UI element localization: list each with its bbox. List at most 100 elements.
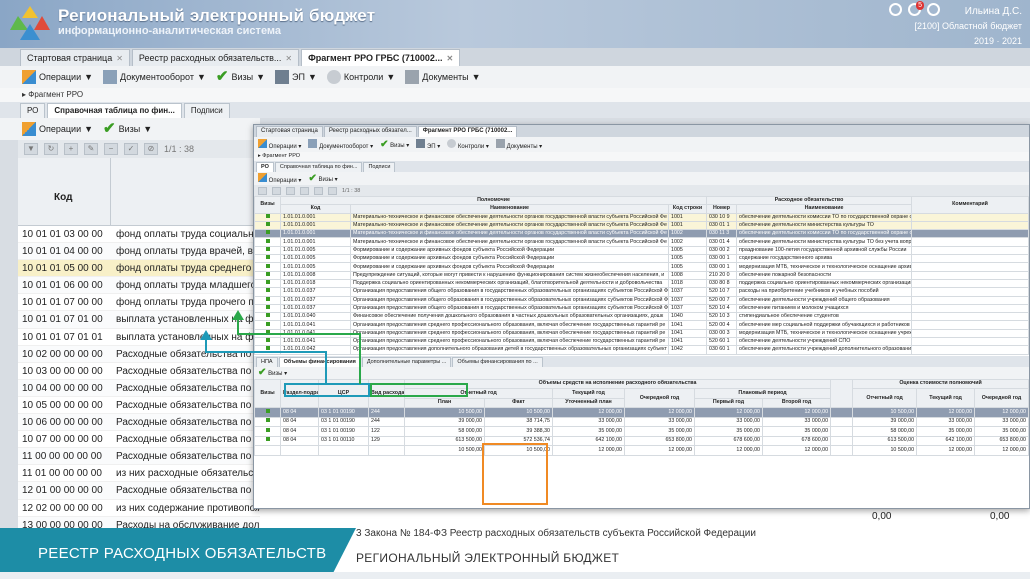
table-row[interactable]: 10 06 00 00 00 00 Расходные обязательства… [18, 414, 260, 432]
table-row[interactable]: 10 01 01 04 00 00 фонд оплаты труда враче… [18, 243, 260, 261]
approve-icon[interactable] [328, 186, 337, 195]
period-select[interactable]: 2019 · 2021 [915, 34, 1022, 48]
docflow-menu[interactable]: Документооборот ▼ [103, 70, 206, 84]
overlay-subtab[interactable]: РО [256, 162, 274, 172]
col-visas[interactable]: Визы [254, 196, 281, 214]
table-row[interactable]: 08 04 03 1 01 00190 244 10 500,00 10 500,00 1… [254, 407, 1029, 418]
col-visas[interactable]: Визы [254, 378, 281, 409]
tab-fragment[interactable]: Фрагмент РРО ГРБС (710002... ✕ [301, 49, 461, 66]
col-e-report[interactable]: Отчетный год [852, 388, 918, 409]
refresh-icon[interactable] [272, 186, 281, 195]
delete-icon[interactable] [314, 186, 323, 195]
table-row[interactable]: 1.01.01.0.001 Материально-техническое и ф… [254, 212, 1029, 222]
table-row[interactable]: 10 01 01 07 01 01 выплата установленных н… [18, 329, 260, 346]
table-row[interactable]: 1.01.01.0.041 Организация предоставления … [254, 328, 1029, 339]
operations-menu-2[interactable]: Операции ▼ [22, 122, 93, 136]
table-row[interactable]: 10 07 00 00 00 00 Расходные обязательства… [18, 431, 260, 449]
table-row[interactable]: 10 04 00 00 00 00 Расходные обязательства… [18, 379, 260, 397]
operations-menu[interactable]: Операции ▼ [22, 70, 93, 84]
table-row[interactable]: 1.01.01.0.037 Организация предоставления … [254, 287, 1029, 297]
delete-icon[interactable]: − [104, 143, 118, 155]
operations-menu[interactable]: Операции ▾ [258, 139, 301, 150]
table-row[interactable]: 1.01.01.0.041 Организация предоставления … [254, 320, 1029, 330]
table-row[interactable]: 1.01.01.0.005 Формирование и содержание а… [254, 254, 1029, 264]
edit-icon[interactable]: ✎ [84, 143, 98, 155]
col-code[interactable]: Код [280, 204, 351, 214]
table-row[interactable]: 1.01.01.0.037 Организация предоставления … [254, 295, 1029, 305]
col-name[interactable]: Наименование [350, 204, 669, 214]
table-row[interactable]: 08 04 03 1 01 00190 244 39 000,00 38 714,75 3… [254, 416, 1029, 428]
table-row[interactable]: 10 01 01 07 00 00 фонд оплаты труда проче… [18, 294, 260, 312]
org-name[interactable]: [2100] Областной бюджет [915, 19, 1022, 34]
col-e-cur[interactable]: Текущий год [916, 388, 976, 409]
overlay-tab[interactable]: Стартовая страница [256, 126, 323, 137]
table-row[interactable]: 10 01 01 07 01 00 выплата установленных н… [18, 311, 260, 329]
documents-menu[interactable]: Документы ▼ [405, 70, 481, 84]
refresh-icon[interactable]: ↻ [44, 143, 58, 155]
tab-start[interactable]: Стартовая страница ✕ [20, 49, 130, 66]
table-row[interactable]: 1.01.01.0.037 Организация предоставления … [254, 303, 1029, 314]
table-row[interactable]: 10 05 00 00 00 00 Расходные обязательства… [18, 397, 260, 415]
controls-menu[interactable]: Контроли ▾ [447, 139, 489, 150]
ep-menu[interactable]: ЭП ▾ [416, 139, 440, 150]
col-first[interactable]: Первый год [694, 397, 763, 409]
table-row[interactable]: 10 02 00 00 00 00 Расходные обязательства… [18, 345, 260, 363]
col-ename[interactable]: Наименование [735, 204, 913, 214]
overlay-tab[interactable]: Реестр расходных обязател... [323, 126, 417, 137]
table-row[interactable]: 1.01.01.0.005 Формирование и содержание а… [254, 262, 1029, 272]
table-row[interactable]: 10 01 01 06 00 00 фонд оплаты труда младш… [18, 277, 260, 295]
table-row[interactable]: 11 00 00 00 00 00 Расходные обязательства… [18, 448, 260, 466]
table-row[interactable]: 1.01.01.0.040 Финансовое обеспечение полу… [254, 312, 1029, 322]
filter-icon[interactable]: ▼ [24, 143, 38, 155]
col-fact[interactable]: Факт [484, 397, 553, 409]
tab-registry[interactable]: Реестр расходных обязательств... ✕ [131, 49, 300, 66]
table-row[interactable]: 1.01.01.0.001 Материально-техническое и ф… [254, 220, 1029, 231]
close-icon[interactable]: ✕ [285, 54, 292, 63]
table-row[interactable]: 1.01.01.0.018 Поддержка социально ориенти… [254, 278, 1029, 289]
filter-icon[interactable] [258, 186, 267, 195]
table-row[interactable]: 1.01.01.0.001 Материально-техническое и ф… [254, 229, 1029, 239]
col-line[interactable]: Код строки [668, 204, 707, 214]
subtab-ro[interactable]: РО [20, 103, 46, 118]
ep-menu[interactable]: ЭП ▼ [275, 70, 317, 84]
table-row[interactable]: 1.01.01.0.042 Организация предоставления … [254, 345, 1029, 355]
col-next[interactable]: Очередной год [624, 388, 695, 409]
visas-menu[interactable]: ✔ Визы ▾ [258, 367, 287, 377]
visas-menu[interactable]: ✔ Визы ▼ [216, 69, 265, 84]
close-icon[interactable]: ✕ [116, 54, 123, 63]
visas-menu-2[interactable]: ✔ Визы ▼ [103, 121, 152, 136]
table-row[interactable]: 1.01.01.0.005 Формирование и содержание а… [254, 245, 1029, 256]
visas-menu[interactable]: ✔ Визы ▾ [308, 173, 337, 183]
visas-menu[interactable]: ✔ Визы ▾ [380, 139, 409, 149]
table-row[interactable]: 08 04 03 1 01 00110 129 613 500,00 572 536,7… [254, 435, 1029, 447]
col-exp[interactable]: Расходное обязательство [705, 195, 913, 206]
col-e-next[interactable]: Очередной год [974, 388, 1029, 409]
col-num[interactable]: Номер [706, 204, 737, 214]
overlay-tab[interactable]: Фрагмент РРО ГРБС (710002... [417, 126, 518, 137]
col-plan[interactable]: План [404, 397, 485, 409]
table-row[interactable]: 10 01 01 05 00 00 фонд оплаты труда средн… [18, 260, 260, 278]
controls-menu[interactable]: Контроли ▼ [326, 70, 395, 84]
table-row[interactable]: 1.01.01.0.041 Организация предоставления … [254, 337, 1029, 347]
col-powers[interactable]: Полномочие [280, 195, 707, 206]
settings-icon[interactable] [889, 3, 902, 16]
code-column-header[interactable]: Код [54, 192, 72, 203]
table-row[interactable]: 12 01 00 00 00 00 Расходные обязательства… [18, 482, 260, 500]
documents-menu[interactable]: Документы ▾ [495, 139, 542, 150]
overlay-subtab[interactable]: Справочная таблица по фин... [274, 162, 363, 172]
edit-icon[interactable] [300, 186, 309, 195]
lower-tab[interactable]: Объемы финансирования [278, 356, 361, 367]
close-icon[interactable]: ✕ [446, 54, 453, 63]
table-row[interactable]: 1.01.01.0.008 Предупреждение ситуаций, ко… [254, 270, 1029, 280]
col-cur-sub[interactable]: Уточненный план [552, 397, 625, 409]
table-row[interactable]: 10 03 00 00 00 00 Расходные обязательства… [18, 363, 260, 380]
lower-tab[interactable]: НПА [256, 356, 278, 367]
table-row[interactable]: 12 02 00 00 00 00 из них содержание проти… [18, 500, 260, 517]
col-second[interactable]: Второй год [761, 397, 832, 409]
operations-menu[interactable]: Операции ▾ [258, 173, 301, 184]
table-row[interactable]: 10 01 01 03 00 00 фонд оплаты труда социа… [18, 226, 260, 244]
col-comment[interactable]: Комментарий [911, 196, 1029, 214]
add-icon[interactable] [286, 186, 295, 195]
approve-icon[interactable]: ✓ [124, 143, 138, 155]
subtab-signatures[interactable]: Подписи [183, 103, 230, 118]
